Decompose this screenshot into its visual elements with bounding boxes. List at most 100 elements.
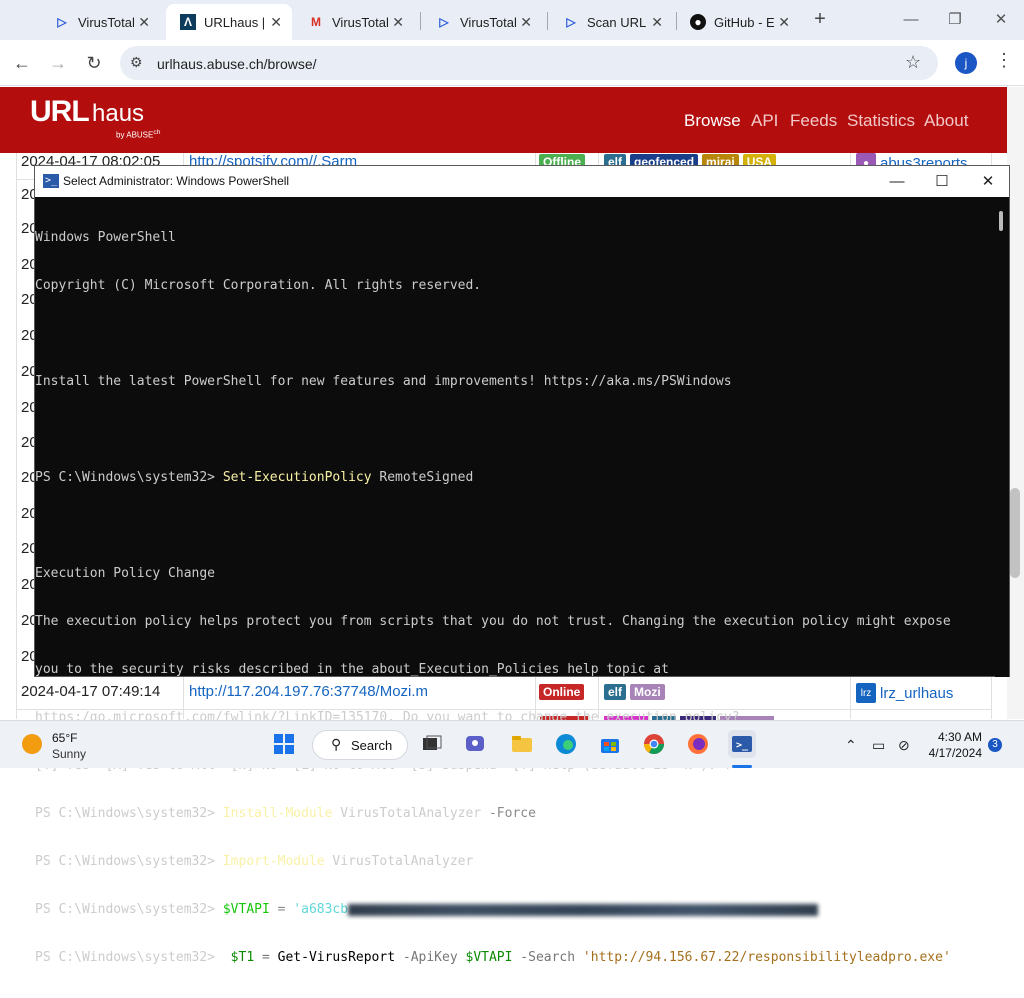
menu-kebab-icon[interactable]: ⋮: [995, 50, 1013, 71]
nav-statistics[interactable]: Statistics: [847, 111, 915, 131]
powershell-window[interactable]: >_ Select Administrator: Windows PowerSh…: [34, 165, 1010, 965]
console-line: PS C:\Windows\system32> Import-Module Vi…: [35, 854, 995, 870]
back-icon[interactable]: ←: [10, 51, 34, 75]
console-line: Execution Policy Change: [35, 566, 216, 581]
start-icon[interactable]: [270, 730, 298, 758]
tab-virustotal-1[interactable]: ▷ VirusTotal ✕: [40, 4, 160, 40]
minimize-icon[interactable]: —: [877, 170, 917, 194]
command-param: -Force: [488, 806, 536, 821]
close-tab-icon[interactable]: ✕: [520, 14, 532, 31]
site-logo-suffix: haus: [92, 100, 145, 127]
site-header: URL haus by ABUSEch Browse API Feeds Sta…: [0, 87, 1007, 153]
search-label[interactable]: Search: [351, 738, 392, 753]
console-output[interactable]: Windows PowerShell Copyright (C) Microso…: [35, 197, 995, 965]
close-tab-icon[interactable]: ✕: [392, 14, 404, 31]
console-line: you to the security risks described in t…: [35, 662, 669, 677]
tab-urlhaus[interactable]: Λ URLhaus | ✕: [166, 4, 292, 40]
tab-strip: ▷ VirusTotal ✕ Λ URLhaus | ✕ M VirusTota…: [0, 0, 1024, 40]
page-scrollbar-thumb[interactable]: [1010, 488, 1020, 578]
minimize-icon[interactable]: —: [896, 8, 926, 32]
console-line: PS C:\Windows\system32> $T1 = Get-VirusR…: [35, 950, 995, 966]
firefox-icon[interactable]: [684, 730, 712, 758]
virustotal-icon: ▷: [57, 15, 67, 29]
profile-avatar[interactable]: j: [955, 52, 977, 74]
close-tab-icon[interactable]: ✕: [270, 14, 282, 31]
command-arg: VirusTotalAnalyzer: [324, 854, 474, 869]
command: Install-Module: [222, 806, 333, 821]
site-info-icon[interactable]: ⚙: [130, 54, 143, 71]
console-line: PS C:\Windows\system32> Set-ExecutionPol…: [35, 470, 995, 486]
nav-browse[interactable]: Browse: [684, 111, 741, 131]
console-scrollbar[interactable]: [995, 197, 1009, 677]
browser-toolbar: ← → ↻ ⚙ urlhaus.abuse.ch/browse/ ☆ j ⋮: [0, 40, 1024, 86]
chevron-up-icon[interactable]: ⌃: [845, 737, 857, 754]
maximize-icon[interactable]: ☐: [922, 170, 962, 194]
powershell-icon: >_: [43, 174, 59, 188]
task-view-icon[interactable]: [418, 730, 446, 758]
console-line: Copyright (C) Microsoft Corporation. All…: [35, 278, 482, 293]
prompt: PS C:\Windows\system32>: [35, 806, 223, 821]
volume-icon[interactable]: ⊘: [898, 737, 910, 754]
edge-icon[interactable]: [552, 730, 580, 758]
prompt: PS C:\Windows\system32>: [35, 854, 223, 869]
operator: =: [269, 902, 294, 917]
network-icon[interactable]: ▭: [872, 737, 885, 754]
close-tab-icon[interactable]: ✕: [138, 14, 150, 31]
clock-date[interactable]: 4/17/2024: [916, 746, 982, 760]
api-key-string: 'a683cb: [293, 902, 349, 917]
powershell-taskbar-icon[interactable]: >_: [728, 730, 756, 758]
virustotal-icon: ▷: [439, 15, 449, 29]
forward-icon[interactable]: →: [46, 51, 70, 75]
selected-command[interactable]: $T1 = Get-VirusReport -ApiKey $VTAPI -Se…: [222, 950, 951, 965]
reload-icon[interactable]: ↻: [82, 51, 106, 75]
console-scrollbar-thumb[interactable]: [999, 211, 1003, 231]
notification-badge[interactable]: 3: [988, 738, 1002, 752]
clock-time[interactable]: 4:30 AM: [920, 730, 982, 744]
window-title: Select Administrator: Windows PowerShell: [63, 174, 290, 188]
nav-feeds[interactable]: Feeds: [790, 111, 837, 131]
command: Import-Module: [222, 854, 325, 869]
url-text[interactable]: urlhaus.abuse.ch/browse/: [157, 56, 317, 72]
tab-virustotal-2[interactable]: ▷ VirusTotal ✕: [422, 4, 542, 40]
site-logo-by: by ABUSEch: [116, 129, 161, 140]
tab-gmail[interactable]: M VirusTotal ✕: [294, 4, 414, 40]
console-line: PS C:\Windows\system32> $VTAPI = 'a683cb: [35, 902, 995, 918]
new-tab-button[interactable]: +: [808, 8, 832, 32]
command-arg: VirusTotalAnalyzer: [332, 806, 489, 821]
nav-api[interactable]: API: [751, 111, 778, 131]
console-line: The execution policy helps protect you f…: [35, 614, 951, 629]
prompt: PS C:\Windows\system32>: [35, 470, 223, 485]
chrome-icon[interactable]: [640, 730, 668, 758]
prompt: PS C:\Windows\system32>: [35, 902, 223, 917]
nav-about[interactable]: About: [924, 111, 968, 131]
github-icon: ●: [690, 14, 706, 30]
taskbar: 65°F Sunny ⚲ Search >_ ⌃ ▭ ⊘ 4:30 AM 4/1…: [0, 720, 1024, 768]
console-line: Install the latest PowerShell for new fe…: [35, 374, 732, 389]
bookmark-star-icon[interactable]: ☆: [905, 52, 921, 73]
variable: $VTAPI: [222, 902, 270, 917]
svg-text:>_: >_: [736, 740, 749, 751]
close-tab-icon[interactable]: ✕: [778, 14, 790, 31]
sun-icon[interactable]: [22, 734, 42, 754]
console-line: PS C:\Windows\system32> Install-Module V…: [35, 806, 995, 822]
tab-github[interactable]: ● GitHub - E ✕: [676, 4, 800, 40]
restore-icon[interactable]: ❐: [940, 8, 970, 32]
prompt: PS C:\Windows\system32>: [35, 950, 223, 965]
tab-scan-url[interactable]: ▷ Scan URL ✕: [549, 4, 673, 40]
file-explorer-icon[interactable]: [508, 730, 536, 758]
virustotal-icon: ▷: [566, 15, 576, 29]
console-line: Windows PowerShell: [35, 230, 176, 245]
weather-condition[interactable]: Sunny: [52, 747, 86, 761]
powershell-titlebar[interactable]: >_ Select Administrator: Windows PowerSh…: [35, 166, 1009, 197]
close-tab-icon[interactable]: ✕: [651, 14, 663, 31]
command-arg: RemoteSigned: [371, 470, 474, 485]
teams-icon[interactable]: [462, 730, 490, 758]
site-logo[interactable]: URL: [30, 95, 90, 129]
close-icon[interactable]: ✕: [968, 170, 1008, 194]
store-icon[interactable]: [596, 730, 624, 758]
close-window-icon[interactable]: ✕: [986, 8, 1016, 32]
weather-temperature[interactable]: 65°F: [52, 731, 77, 745]
